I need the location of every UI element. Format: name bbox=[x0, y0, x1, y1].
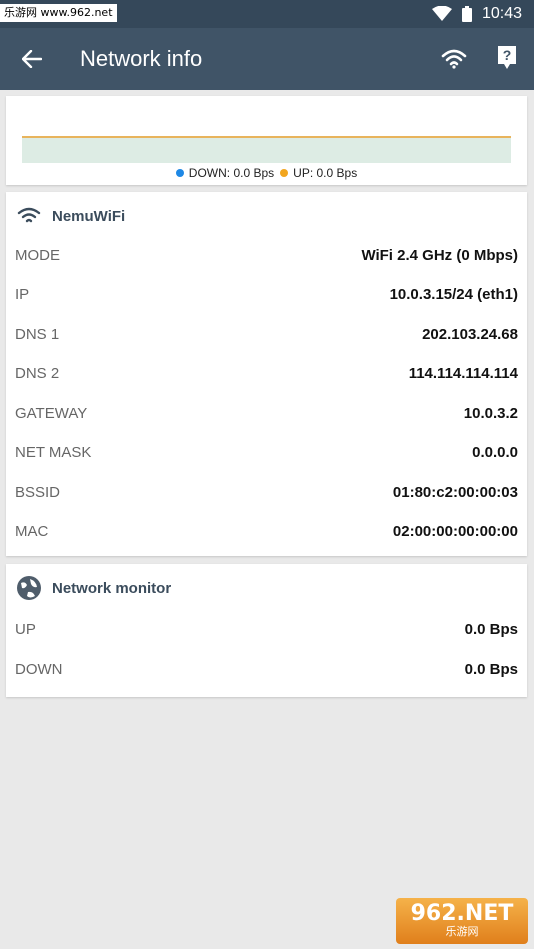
info-row: NET MASK 0.0.0.0 bbox=[6, 438, 527, 468]
info-key: BSSID bbox=[15, 483, 61, 501]
watermark-sub: 乐游网 bbox=[445, 925, 479, 938]
legend-label-down: DOWN: 0.0 Bps bbox=[188, 166, 275, 180]
monitor-value: 0.0 Bps bbox=[464, 620, 518, 638]
info-value: 02:00:00:00:00:00 bbox=[392, 523, 518, 540]
wifi-icon[interactable] bbox=[438, 44, 470, 74]
legend-dot-up bbox=[280, 169, 289, 177]
watermark-main: 962.NET bbox=[410, 901, 514, 926]
legend-item-down: DOWN: 0.0 Bps bbox=[175, 166, 275, 180]
info-value: 114.114.114.114 bbox=[408, 365, 518, 382]
traffic-chart bbox=[22, 136, 511, 163]
chart-legend: DOWN: 0.0 Bps UP: 0.0 Bps bbox=[6, 165, 527, 181]
info-key: MODE bbox=[15, 246, 60, 264]
info-key: MAC bbox=[15, 523, 49, 540]
page-title: Network info bbox=[80, 46, 203, 71]
chart-series-line bbox=[22, 136, 511, 138]
watermark-text: 乐游网 www.962.net bbox=[0, 4, 117, 22]
info-key: DNS 2 bbox=[15, 365, 60, 382]
info-row: IP 10.0.3.15/24 (eth1) bbox=[6, 280, 527, 310]
wifi-icon bbox=[15, 202, 43, 230]
info-value: 10.0.3.15/24 (eth1) bbox=[389, 286, 518, 303]
info-row: DNS 2 114.114.114.114 bbox=[6, 359, 527, 389]
monitor-title: Network monitor bbox=[52, 579, 172, 597]
monitor-card-header: Network monitor bbox=[6, 564, 527, 612]
info-row: BSSID 01:80:c2:00:00:03 bbox=[6, 477, 527, 507]
monitor-key: UP bbox=[15, 620, 36, 638]
info-value: 202.103.24.68 bbox=[422, 325, 518, 343]
info-row: MAC 02:00:00:00:00:00 bbox=[6, 517, 527, 547]
info-value: 10.0.3.2 bbox=[463, 404, 518, 422]
info-key: DNS 1 bbox=[15, 325, 60, 343]
monitor-value: 0.0 Bps bbox=[464, 660, 518, 678]
network-name: NemuWiFi bbox=[52, 207, 126, 225]
app-bar: Network info ? bbox=[0, 28, 534, 90]
info-row: MODE WiFi 2.4 GHz (0 Mbps) bbox=[6, 240, 527, 270]
info-row: GATEWAY 10.0.3.2 bbox=[6, 398, 527, 428]
network-monitor-card: Network monitor UP 0.0 Bps DOWN 0.0 Bps bbox=[6, 564, 527, 697]
battery-icon bbox=[461, 6, 472, 22]
info-key: NET MASK bbox=[15, 444, 92, 461]
wifi-card-header: NemuWiFi bbox=[6, 192, 527, 240]
legend-item-up: UP: 0.0 Bps bbox=[280, 166, 357, 180]
help-icon[interactable]: ? bbox=[492, 42, 522, 74]
monitor-row: UP 0.0 Bps bbox=[6, 614, 527, 644]
legend-dot-down bbox=[175, 169, 184, 177]
globe-icon bbox=[15, 574, 43, 602]
wifi-info-card: NemuWiFi MODE WiFi 2.4 GHz (0 Mbps) IP 10.0… bbox=[6, 192, 527, 556]
wifi-signal-icon bbox=[431, 6, 452, 22]
info-key: IP bbox=[15, 286, 30, 303]
arrow-left-icon[interactable] bbox=[18, 45, 46, 73]
clock: 10:43 bbox=[481, 5, 522, 22]
monitor-row: DOWN 0.0 Bps bbox=[6, 654, 527, 684]
info-value: 01:80:c2:00:00:03 bbox=[392, 483, 518, 501]
status-bar: 乐游网 www.962.net 10:43 bbox=[0, 0, 534, 28]
legend-label-up: UP: 0.0 Bps bbox=[293, 166, 358, 180]
info-key: GATEWAY bbox=[15, 404, 88, 422]
svg-text:?: ? bbox=[503, 47, 512, 63]
traffic-chart-card: DOWN: 0.0 Bps UP: 0.0 Bps bbox=[6, 96, 527, 185]
info-row: DNS 1 202.103.24.68 bbox=[6, 319, 527, 349]
info-value: WiFi 2.4 GHz (0 Mbps) bbox=[361, 246, 518, 264]
watermark-logo: 962.NET 乐游网 bbox=[396, 898, 528, 944]
monitor-key: DOWN bbox=[15, 660, 63, 678]
info-value: 0.0.0.0 bbox=[472, 444, 518, 461]
status-icons: 10:43 bbox=[431, 0, 522, 28]
